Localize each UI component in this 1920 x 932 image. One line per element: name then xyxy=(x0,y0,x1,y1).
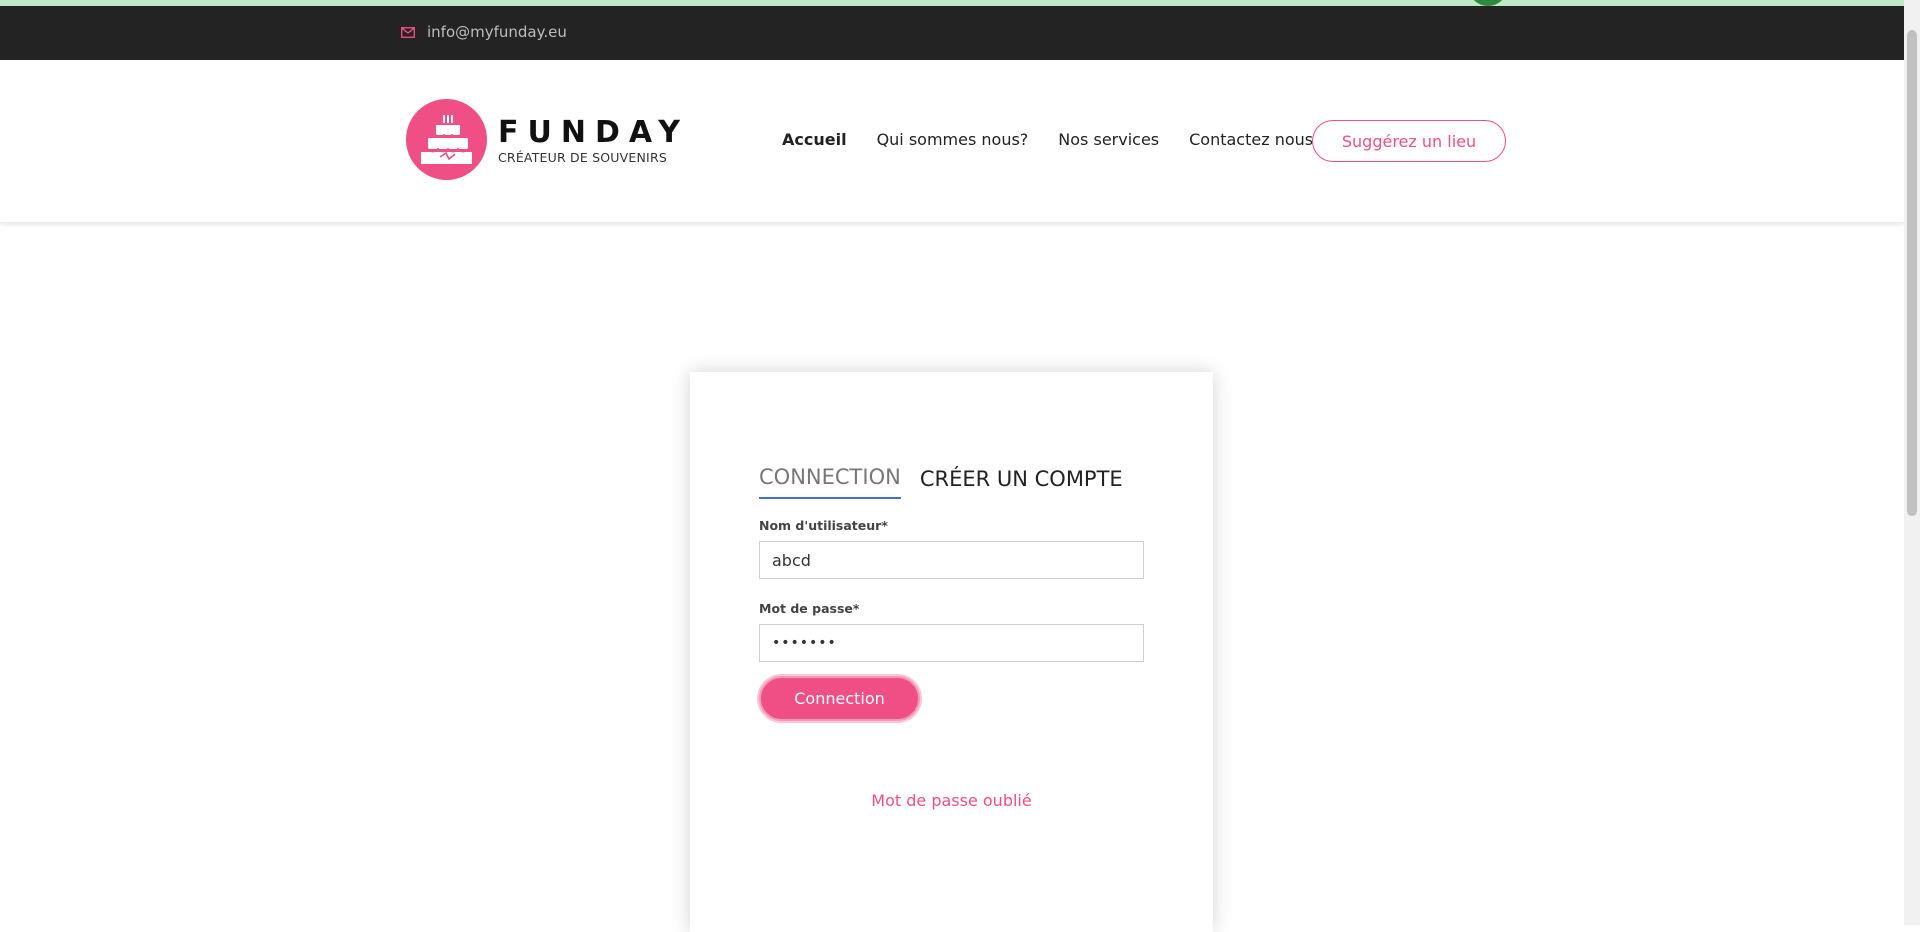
tab-create-account[interactable]: CRÉER UN COMPTE xyxy=(920,467,1123,499)
scrollbar-thumb[interactable] xyxy=(1907,30,1917,516)
connection-button[interactable]: Connection xyxy=(759,676,920,721)
nav-item-contactez-nous[interactable]: Contactez nous xyxy=(1189,130,1313,149)
top-contact-bar: info@myfunday.eu xyxy=(0,6,1904,60)
funday-logo[interactable]: FUNDAY CRÉATEUR DE SOUVENIRS xyxy=(406,99,680,181)
nav-item-nos-services[interactable]: Nos services xyxy=(1058,130,1159,149)
page-scrollbar[interactable] xyxy=(1904,0,1920,925)
contact-email[interactable]: info@myfunday.eu xyxy=(401,23,567,41)
password-input[interactable]: ••••••• xyxy=(759,624,1144,662)
birthday-cake-icon xyxy=(406,99,487,180)
login-card: CONNECTION CRÉER UN COMPTE Nom d'utilisa… xyxy=(690,372,1213,932)
envelope-icon xyxy=(401,26,415,38)
suggest-place-button[interactable]: Suggérez un lieu xyxy=(1312,120,1506,162)
nav-item-qui-sommes-nous[interactable]: Qui sommes nous? xyxy=(877,130,1029,149)
password-label: Mot de passe* xyxy=(759,601,860,616)
main-navigation: Accueil Qui sommes nous? Nos services Co… xyxy=(782,130,1343,149)
username-input[interactable] xyxy=(759,541,1144,579)
auth-tabs: CONNECTION CRÉER UN COMPTE xyxy=(759,465,1123,499)
forgot-password-link[interactable]: Mot de passe oublié xyxy=(690,791,1213,810)
logo-brand-name: FUNDAY xyxy=(498,115,689,150)
username-label: Nom d'utilisateur* xyxy=(759,518,888,533)
tab-connection[interactable]: CONNECTION xyxy=(759,465,901,499)
nav-item-accueil[interactable]: Accueil xyxy=(782,130,847,149)
contact-email-text[interactable]: info@myfunday.eu xyxy=(427,23,567,41)
site-header: FUNDAY CRÉATEUR DE SOUVENIRS Accueil Qui… xyxy=(0,60,1904,223)
logo-tagline: CRÉATEUR DE SOUVENIRS xyxy=(498,150,667,165)
